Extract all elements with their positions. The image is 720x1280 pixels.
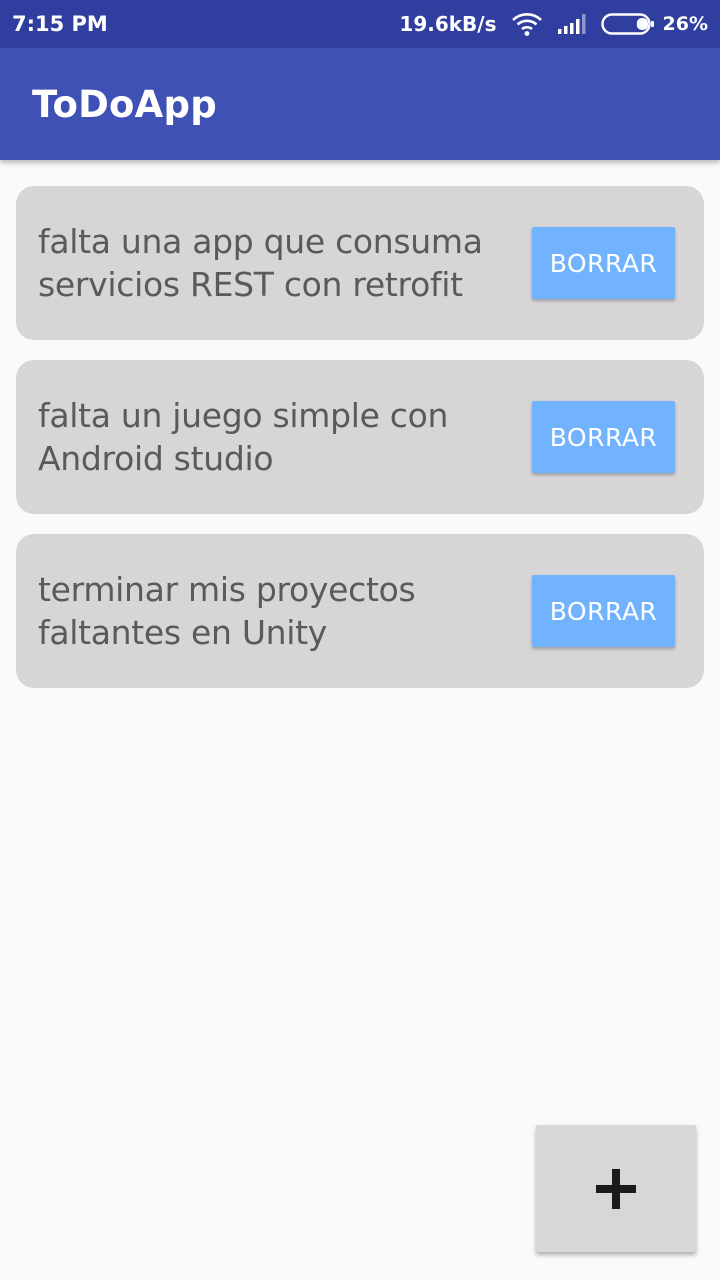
add-task-button[interactable] xyxy=(536,1125,696,1252)
status-bar: 7:15 PM 19.6kB/s 26% xyxy=(0,0,720,48)
task-text: falta una app que consuma servicios REST… xyxy=(38,222,483,304)
plus-icon xyxy=(594,1167,638,1211)
task-card: falta un juego simple con Android studio… xyxy=(16,360,704,514)
task-text: falta un juego simple con Android studio xyxy=(38,396,449,478)
screen: 7:15 PM 19.6kB/s 26% ToDoApp falta una a… xyxy=(0,0,720,1280)
status-icons: 19.6kB/s 26% xyxy=(399,11,708,37)
battery-icon xyxy=(600,12,655,36)
task-card: falta una app que consuma servicios REST… xyxy=(16,186,704,340)
app-bar: ToDoApp xyxy=(0,48,720,160)
task-text: terminar mis proyectos faltantes en Unit… xyxy=(38,570,416,652)
task-list: falta una app que consuma servicios REST… xyxy=(16,186,704,708)
delete-button[interactable]: BORRAR xyxy=(532,401,675,473)
network-speed: 19.6kB/s xyxy=(399,12,497,36)
delete-button[interactable]: BORRAR xyxy=(532,227,675,299)
battery-percent: 26% xyxy=(662,13,708,35)
status-time: 7:15 PM xyxy=(12,12,108,36)
delete-button[interactable]: BORRAR xyxy=(532,575,675,647)
app-title: ToDoApp xyxy=(32,82,217,126)
task-card: terminar mis proyectos faltantes en Unit… xyxy=(16,534,704,688)
wifi-icon xyxy=(511,11,543,37)
signal-icon xyxy=(557,13,587,35)
